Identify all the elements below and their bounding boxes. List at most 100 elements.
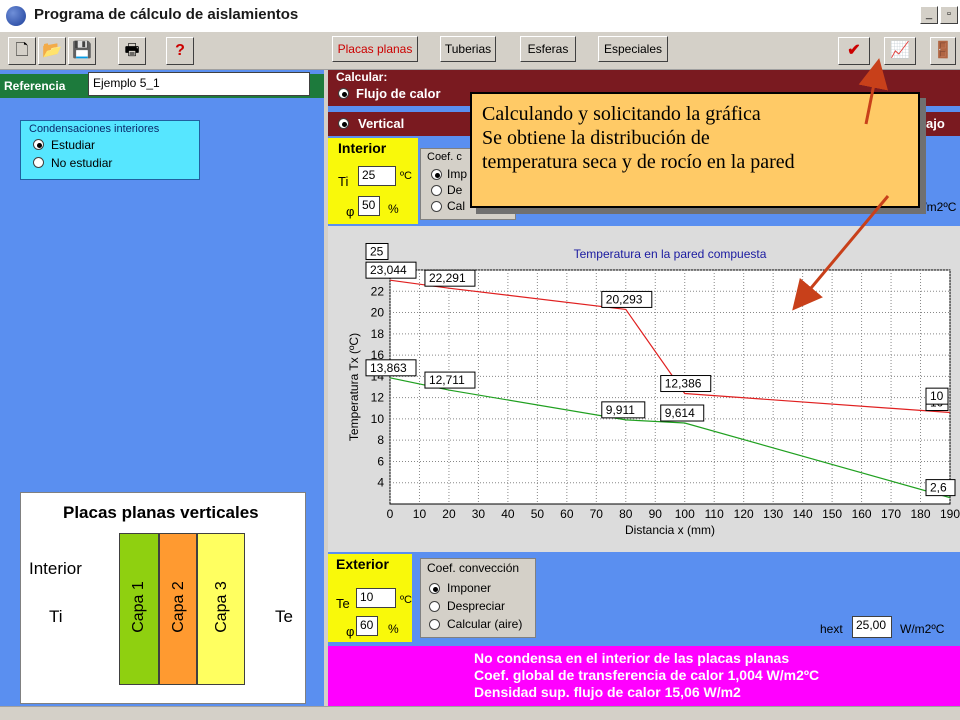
- radio-flujo-calor[interactable]: [338, 88, 349, 99]
- tab-tuberias[interactable]: Tuberias: [440, 36, 496, 62]
- x-tick-label-2: 20: [442, 507, 456, 521]
- x-tick-label-14: 140: [793, 507, 813, 521]
- condensation-group: Condensaciones interiores Estudiar No es…: [20, 120, 200, 180]
- ti-label: Ti: [338, 174, 349, 189]
- layer-capa-2: Capa 2: [159, 533, 197, 685]
- x-tick-label-13: 130: [763, 507, 783, 521]
- x-tick-label-19: 190: [940, 507, 960, 521]
- radio-vertical-label: Vertical: [358, 116, 405, 131]
- result-line-3: Densidad sup. flujo de calor 15,06 W/m2: [474, 684, 741, 700]
- x-tick-label-0: 0: [387, 507, 394, 521]
- radio-ext-calcular[interactable]: [429, 619, 440, 630]
- exterior-panel: Exterior Te 10 ºC φ 60 %: [328, 554, 412, 642]
- radio-flujo-calor-label: Flujo de calor: [356, 86, 441, 101]
- tab-esferas[interactable]: Esferas: [520, 36, 576, 62]
- ext-phi-unit: %: [388, 622, 399, 636]
- layer-capa-3: Capa 3: [197, 533, 245, 685]
- toolbar: 🗋 📂 💾 🖶 ? Placas planas Tuberias Esferas…: [0, 32, 960, 70]
- save-icon[interactable]: 💾: [68, 37, 96, 65]
- condensation-legend: Condensaciones interiores: [29, 123, 160, 135]
- schematic-interior-label: Interior: [29, 559, 82, 578]
- interior-coef-legend: Coef. c: [427, 151, 462, 163]
- y-axis-label: Temperatura Tx (ºC): [347, 333, 361, 441]
- radio-no-estudiar[interactable]: [33, 157, 44, 168]
- radio-vertical[interactable]: [338, 118, 349, 129]
- maximize-button[interactable]: ▫: [940, 6, 958, 24]
- layer-capa-1: Capa 1: [119, 533, 159, 685]
- calculate-check-icon[interactable]: ✔: [838, 37, 870, 65]
- radio-int-imponer-label: Imp: [447, 167, 468, 181]
- y-tick-label-0: 4: [377, 476, 384, 490]
- x-tick-label-15: 150: [822, 507, 842, 521]
- hext-label: hext: [820, 622, 843, 636]
- radio-int-calcular[interactable]: [431, 201, 442, 212]
- y-tick-label-8: 20: [371, 306, 385, 320]
- y-tick-label-2: 8: [377, 433, 384, 447]
- open-folder-icon[interactable]: 📂: [38, 37, 66, 65]
- minimize-button[interactable]: _: [920, 6, 938, 24]
- callout-line-3: temperatura seca y de rocío en la pared: [482, 151, 795, 173]
- hext-input[interactable]: 25,00: [852, 616, 892, 638]
- radio-estudiar-label: Estudiar: [51, 138, 96, 152]
- data-label-11: 2,6: [930, 481, 947, 495]
- x-tick-label-17: 170: [881, 507, 901, 521]
- layer-capa-3-label: Capa 3: [213, 581, 230, 633]
- layer-capa-2-label: Capa 2: [170, 581, 187, 633]
- status-bar: [0, 706, 960, 720]
- x-tick-label-3: 30: [472, 507, 486, 521]
- schematic-ti-label: Ti: [49, 607, 63, 626]
- reference-input[interactable]: Ejemplo 5_1: [88, 72, 310, 96]
- data-label-8: 9,614: [665, 406, 695, 420]
- ext-phi-input[interactable]: 60: [356, 616, 378, 636]
- x-tick-label-11: 110: [705, 507, 724, 521]
- x-tick-label-8: 80: [619, 507, 633, 521]
- layer-capa-1-label: Capa 1: [130, 581, 147, 633]
- callout-line-1: Calculando y solicitando la gráfica: [482, 103, 761, 125]
- radio-ext-calcular-label: Calcular (aire): [447, 617, 523, 631]
- radio-ext-imponer[interactable]: [429, 583, 440, 594]
- data-label-1: 23,044: [370, 263, 407, 277]
- te-label: Te: [336, 596, 350, 611]
- radio-int-despreciar[interactable]: [431, 185, 442, 196]
- title-bar: Programa de cálculo de aislamientos _ ▫: [0, 0, 960, 32]
- radio-int-despreciar-label: De: [447, 183, 463, 197]
- phi-input[interactable]: 50: [358, 196, 380, 216]
- graph-icon[interactable]: 📈: [884, 37, 916, 65]
- tab-placas-planas[interactable]: Placas planas: [332, 36, 418, 62]
- chart-area: 0 10 20 30 40 50 60 70 80 90 100 110 120 130 140 150 160…: [328, 226, 960, 552]
- exterior-title: Exterior: [336, 556, 389, 572]
- te-input[interactable]: 10: [356, 588, 396, 608]
- annotation-callout: Calculando y solicitando la gráfica Se o…: [470, 92, 920, 208]
- y-tick-label-7: 18: [371, 327, 385, 341]
- radio-estudiar[interactable]: [33, 139, 44, 150]
- data-label-3: 20,293: [606, 292, 643, 306]
- radio-int-imponer[interactable]: [431, 169, 442, 180]
- interior-panel: Interior Ti 25 ºC φ 50 %: [328, 138, 418, 224]
- print-icon[interactable]: 🖶: [118, 37, 146, 65]
- interior-title: Interior: [338, 140, 387, 156]
- te-unit: ºC: [400, 594, 412, 606]
- phi-label: φ: [346, 204, 355, 219]
- x-axis-label: Distancia x (mm): [625, 523, 715, 537]
- help-icon[interactable]: ?: [166, 37, 194, 65]
- radio-ext-despreciar-label: Despreciar: [447, 599, 506, 613]
- x-tick-label-6: 60: [560, 507, 574, 521]
- data-label-4: 13,863: [370, 361, 407, 375]
- app-logo-icon: [6, 6, 26, 26]
- temperature-chart: 0 10 20 30 40 50 60 70 80 90 100 110 120 130 140 150 160…: [347, 242, 960, 537]
- schematic-te-label: Te: [275, 607, 293, 626]
- exterior-coef-group: Coef. convección Imponer Despreciar Calc…: [420, 558, 536, 638]
- radio-ext-imponer-label: Imponer: [447, 581, 492, 595]
- new-file-icon[interactable]: 🗋: [8, 37, 36, 65]
- radio-ext-despreciar[interactable]: [429, 601, 440, 612]
- ti-input[interactable]: 25: [358, 166, 396, 186]
- exterior-coef-legend: Coef. convección: [427, 561, 520, 575]
- x-tick-label-4: 40: [501, 507, 515, 521]
- tab-especiales[interactable]: Especiales: [598, 36, 668, 62]
- chart-title: Temperatura en la pared compuesta: [574, 247, 767, 261]
- exit-door-icon[interactable]: 🚪: [930, 37, 956, 65]
- ext-phi-label: φ: [346, 624, 355, 639]
- x-tick-label-10: 100: [675, 507, 695, 521]
- callout-line-2: Se obtiene la distribución de: [482, 127, 710, 149]
- wall-schematic: Placas planas verticales Interior Ti Te …: [20, 492, 306, 704]
